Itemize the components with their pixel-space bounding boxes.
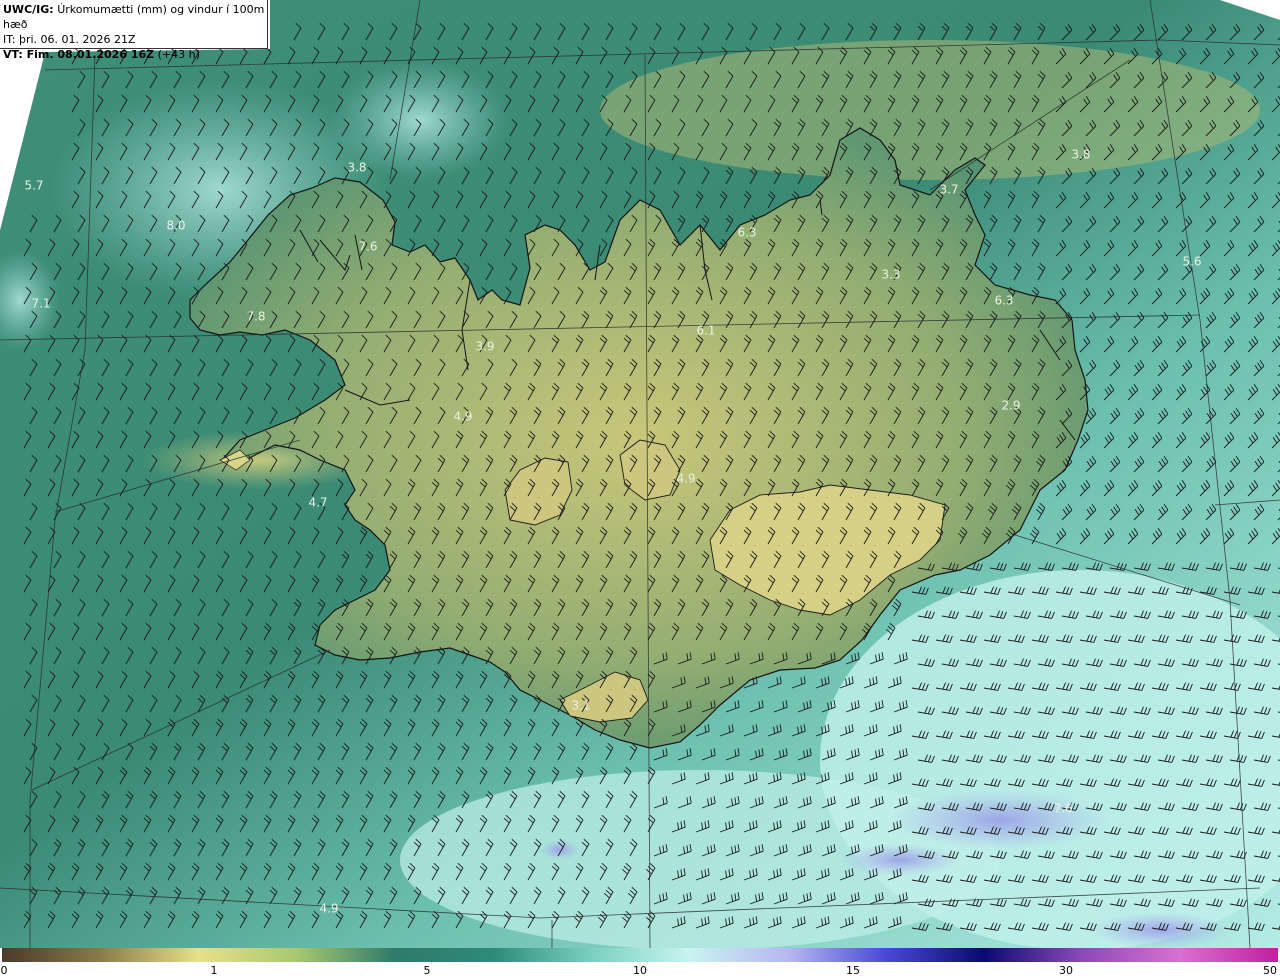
precip-value-label: 7.8 — [246, 310, 265, 324]
precip-value-label: 3.7 — [939, 183, 958, 197]
precip-value-label: 4.7 — [308, 496, 327, 510]
precip-value-label: 7.6 — [358, 240, 377, 254]
precip-value-label: 4.9 — [676, 472, 695, 486]
forecast-hour: (+43 h) — [157, 48, 200, 61]
colorbar-gradient — [2, 948, 1278, 962]
colorbar-tick-15: 15 — [846, 964, 860, 977]
precip-value-label: 3.8 — [1071, 148, 1090, 162]
colorbar-tick-10: 10 — [633, 964, 647, 977]
precip-value-label: 3.8 — [347, 161, 366, 175]
colorbar-tick-1: 1 — [210, 964, 218, 977]
issue-time: IT: þri. 06. 01. 2026 21Z — [3, 33, 136, 46]
map-info-box: UWC/IG: Úrkomumætti (mm) og vindur í 100… — [0, 0, 268, 61]
precip-value-label: 7.6 — [1053, 802, 1072, 816]
precip-value-label: 6.3 — [737, 226, 756, 240]
model-name: UWC/IG: — [3, 3, 54, 16]
precip-value-label: 7.1 — [31, 297, 50, 311]
precip-value-label: 8.0 — [166, 219, 185, 233]
colorbar-tick-50: 50 — [1263, 964, 1277, 977]
precip-value-label: 6.3 — [994, 294, 1013, 308]
precip-value-label: 4.9 — [453, 410, 472, 424]
colorbar: 0 1 5 10 15 30 50 — [0, 948, 1280, 978]
valid-time: VT: Fim. 08.01.2026 16Z — [3, 48, 155, 61]
colorbar-tick-0: 0 — [0, 964, 8, 977]
precip-value-label: 3.1 — [571, 699, 590, 713]
precip-value-label: 3.3 — [881, 268, 900, 282]
precip-value-label: 5.7 — [24, 179, 43, 193]
precip-value-label: 2.9 — [1001, 399, 1020, 413]
precip-value-label: 4.9 — [319, 902, 338, 916]
colorbar-tick-5: 5 — [423, 964, 431, 977]
colorbar-tick-30: 30 — [1059, 964, 1073, 977]
precip-value-label: 6.1 — [696, 324, 715, 338]
precip-value-label: 3.9 — [475, 340, 494, 354]
forecast-map: 3.8 5.7 8.0 7.6 7.1 7.8 3.9 4.9 4.7 6.3 6.1 3.3 3.7 3… — [0, 0, 1280, 948]
precip-value-label: 5.6 — [1182, 255, 1201, 269]
